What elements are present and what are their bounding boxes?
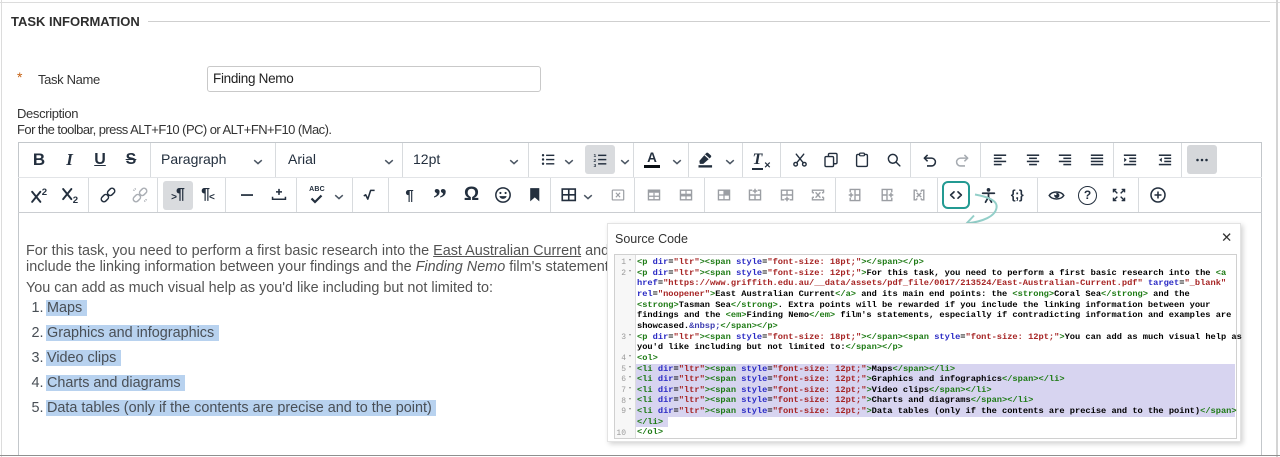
svg-text:3: 3 bbox=[593, 163, 596, 168]
svg-text:2: 2 bbox=[593, 158, 596, 164]
svg-text:2: 2 bbox=[42, 187, 47, 198]
svg-text:1: 1 bbox=[593, 153, 596, 159]
svg-text:2: 2 bbox=[72, 195, 77, 206]
